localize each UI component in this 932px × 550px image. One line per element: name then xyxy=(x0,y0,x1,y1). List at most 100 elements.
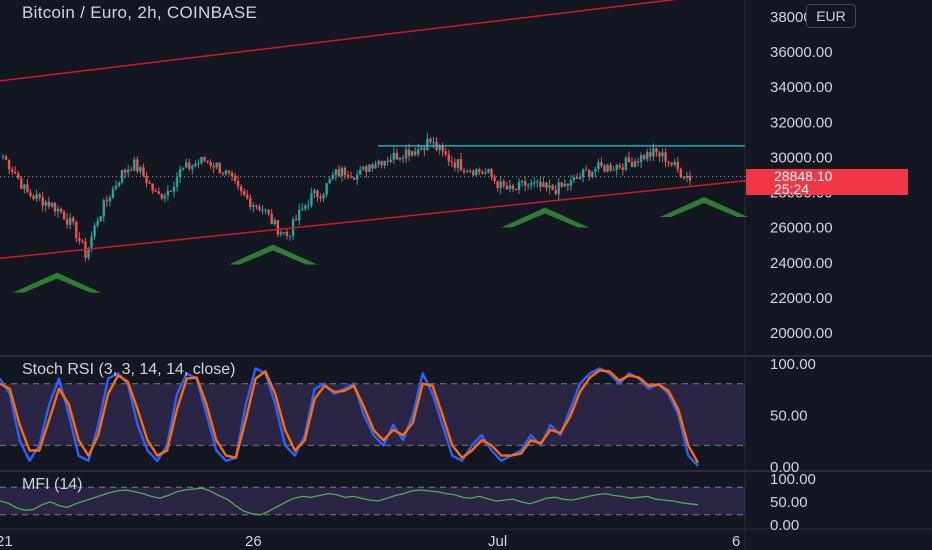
candle-body xyxy=(145,175,148,183)
candle-body xyxy=(548,185,551,188)
candle-body xyxy=(621,167,625,170)
candle-body xyxy=(407,149,411,156)
candle-body xyxy=(530,183,533,186)
candle-body xyxy=(53,202,57,212)
candle-body xyxy=(444,151,447,155)
candle-body xyxy=(108,197,112,202)
candle-body xyxy=(627,157,631,163)
candle-body xyxy=(65,219,69,225)
candle-body xyxy=(26,184,29,193)
candle-body xyxy=(560,182,563,187)
candle-body xyxy=(297,209,301,221)
candle-body xyxy=(99,216,102,221)
candle-body xyxy=(618,165,621,168)
candle-body xyxy=(514,189,518,191)
candle-body xyxy=(606,164,609,172)
candle-body xyxy=(130,169,133,171)
candle-body xyxy=(377,161,380,165)
candle-body xyxy=(404,149,408,159)
candle-body xyxy=(105,200,109,202)
candle-body xyxy=(655,148,658,153)
candle-body xyxy=(371,164,374,169)
candle-body xyxy=(218,162,221,173)
candle-body xyxy=(304,205,307,209)
candle-body xyxy=(496,181,499,189)
candle-body xyxy=(44,201,47,206)
candle-body xyxy=(542,182,545,188)
y-tick-label: 26000.00 xyxy=(770,220,833,237)
candle-body xyxy=(249,198,252,207)
candle-body xyxy=(643,155,646,160)
candle-body xyxy=(194,163,197,167)
currency-selector[interactable]: EUR xyxy=(806,4,856,28)
countdown: 25:24 xyxy=(774,181,810,197)
candle-body xyxy=(658,152,661,157)
candle-body xyxy=(301,208,304,210)
candle-body xyxy=(664,152,667,162)
candle-body xyxy=(365,166,368,172)
candle-body xyxy=(285,231,289,236)
candle-body xyxy=(261,209,264,211)
x-tick-label: 26 xyxy=(245,533,262,550)
candle-body xyxy=(600,162,603,166)
last-price-tag: 28848.10 25:24 xyxy=(746,169,908,197)
candle-body xyxy=(328,178,331,184)
mfi-tick-label: 0.00 xyxy=(770,517,799,534)
candle-body xyxy=(322,194,325,199)
y-tick-label: 24000.00 xyxy=(770,255,833,272)
candle-body xyxy=(487,168,490,173)
candle-body xyxy=(120,170,124,183)
candle-body xyxy=(594,169,597,172)
candle-body xyxy=(392,152,396,160)
candle-body xyxy=(209,162,212,166)
candle-body xyxy=(349,176,353,178)
candle-body xyxy=(368,164,371,172)
candle-body xyxy=(10,169,14,172)
candle-body xyxy=(221,172,225,174)
candle-body xyxy=(545,182,548,188)
candle-body xyxy=(511,185,515,190)
candle-body xyxy=(81,240,84,242)
candle-body xyxy=(566,183,570,186)
candle-body xyxy=(17,173,20,179)
candle-body xyxy=(554,189,557,194)
candle-body xyxy=(185,162,188,168)
candle-body xyxy=(264,209,267,211)
candle-body xyxy=(340,167,344,177)
candle-body xyxy=(481,171,484,174)
candle-body xyxy=(102,200,105,217)
candle-body xyxy=(526,185,530,187)
axes: 38000.0036000.0034000.0032000.0030000.00… xyxy=(0,9,833,550)
support-arrow-icon xyxy=(501,207,589,228)
y-tick-label: 34000.00 xyxy=(770,79,833,96)
candle-body xyxy=(233,175,237,181)
candle-body xyxy=(230,172,234,176)
candle-body xyxy=(493,176,496,182)
candle-body xyxy=(420,147,423,150)
candle-body xyxy=(401,157,405,159)
candle-body xyxy=(475,169,478,176)
candle-body xyxy=(166,190,170,196)
support-arrow-icon xyxy=(660,197,748,218)
candle-body xyxy=(78,238,81,241)
candle-body xyxy=(462,170,466,172)
candle-body xyxy=(591,171,594,177)
candle-body xyxy=(499,181,502,189)
candle-body xyxy=(447,154,450,162)
candle-body xyxy=(151,183,154,191)
candle-body xyxy=(355,174,359,180)
candle-body xyxy=(670,162,673,165)
candle-body xyxy=(679,169,683,178)
candle-body xyxy=(414,151,417,155)
candle-body xyxy=(203,157,206,161)
candle-body xyxy=(68,217,72,225)
candle-body xyxy=(505,185,508,190)
candle-body xyxy=(133,159,136,171)
candle-body xyxy=(551,185,554,190)
candle-body xyxy=(111,188,115,198)
candle-body xyxy=(139,167,142,172)
candle-body xyxy=(169,190,173,192)
candle-body xyxy=(517,181,521,190)
candle-body xyxy=(243,191,246,195)
candle-body xyxy=(197,163,200,165)
